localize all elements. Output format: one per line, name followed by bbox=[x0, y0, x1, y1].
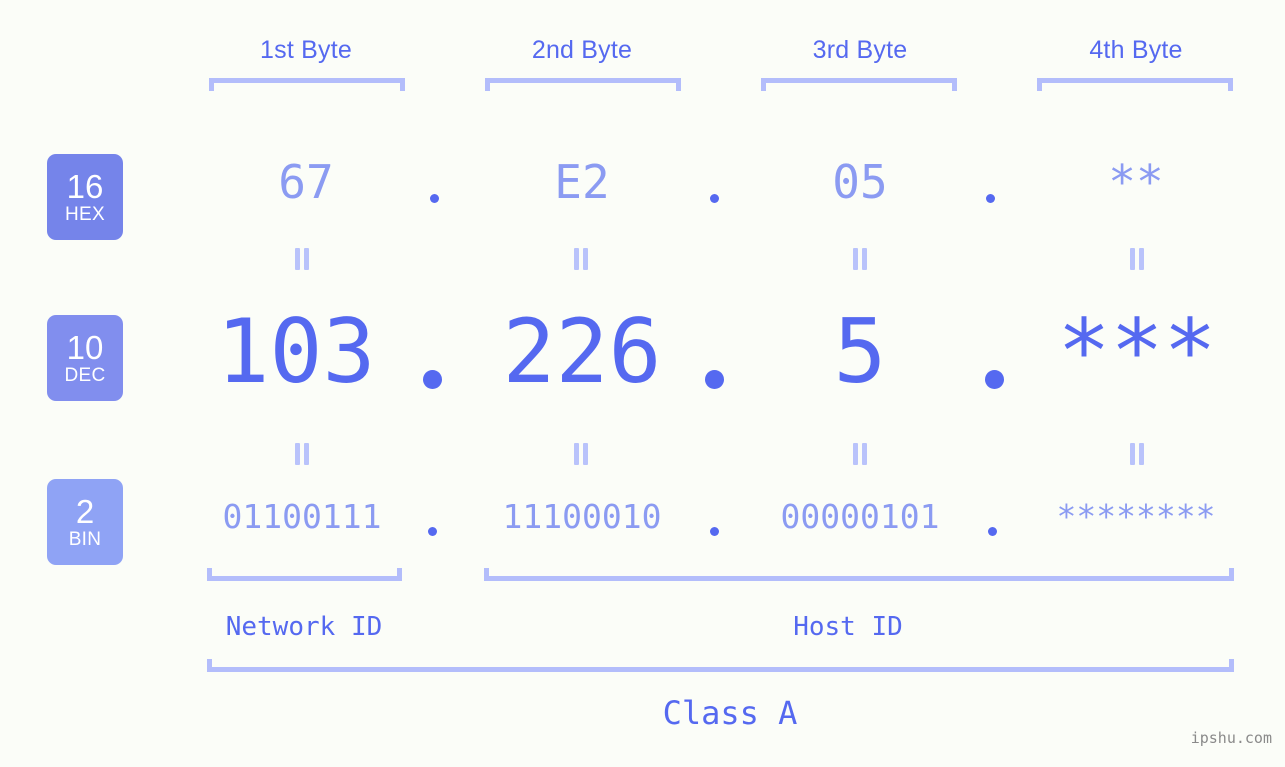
equals-mark-dec-bin-1 bbox=[291, 443, 313, 465]
dec-separator-2 bbox=[705, 370, 724, 389]
dec-separator-3 bbox=[985, 370, 1004, 389]
hex-byte-3: 05 bbox=[832, 155, 888, 209]
equals-mark-dec-bin-3 bbox=[849, 443, 871, 465]
class-bracket bbox=[207, 659, 1234, 672]
network-id-label: Network ID bbox=[225, 612, 383, 642]
base-badge-hex-number: 16 bbox=[66, 167, 104, 205]
host-id-bracket bbox=[484, 568, 1234, 581]
bin-byte-3: 00000101 bbox=[780, 497, 940, 536]
hex-separator-1 bbox=[430, 194, 439, 203]
base-badge-bin-label: BIN bbox=[68, 528, 102, 550]
equals-mark-dec-bin-2 bbox=[570, 443, 592, 465]
bin-byte-2: 11100010 bbox=[502, 497, 662, 536]
base-badge-hex-label: HEX bbox=[65, 203, 105, 225]
base-badge-dec: 10 DEC bbox=[47, 315, 123, 401]
byte-bracket-3 bbox=[761, 78, 957, 91]
bin-byte-4: ******** bbox=[1056, 497, 1216, 536]
byte-bracket-1 bbox=[209, 78, 405, 91]
class-label: Class A bbox=[662, 694, 798, 732]
byte-bracket-2 bbox=[485, 78, 681, 91]
dec-byte-2: 226 bbox=[502, 300, 662, 403]
hex-separator-3 bbox=[986, 194, 995, 203]
byte-bracket-4 bbox=[1037, 78, 1233, 91]
equals-mark-hex-dec-4 bbox=[1126, 248, 1148, 270]
byte-header-1: 1st Byte bbox=[260, 36, 352, 64]
base-badge-dec-number: 10 bbox=[66, 328, 104, 366]
dec-byte-1: 103 bbox=[216, 300, 376, 403]
hex-byte-1: 67 bbox=[278, 155, 334, 209]
bin-separator-1 bbox=[428, 527, 437, 536]
dec-byte-3: 5 bbox=[833, 300, 887, 403]
hex-byte-2: E2 bbox=[554, 155, 610, 209]
bin-separator-3 bbox=[988, 527, 997, 536]
bin-byte-1: 01100111 bbox=[222, 497, 382, 536]
equals-mark-hex-dec-2 bbox=[570, 248, 592, 270]
ip-byte-diagram: 1st Byte 2nd Byte 3rd Byte 4th Byte 16 H… bbox=[0, 0, 1285, 767]
equals-mark-dec-bin-4 bbox=[1126, 443, 1148, 465]
network-id-bracket bbox=[207, 568, 402, 581]
bin-separator-2 bbox=[710, 527, 719, 536]
base-badge-dec-label: DEC bbox=[64, 364, 106, 386]
byte-header-3: 3rd Byte bbox=[812, 36, 908, 64]
dec-byte-4: *** bbox=[1057, 300, 1217, 403]
hex-separator-2 bbox=[710, 194, 719, 203]
hex-byte-4: ** bbox=[1108, 155, 1164, 209]
dec-separator-1 bbox=[423, 370, 442, 389]
host-id-label: Host ID bbox=[793, 612, 903, 642]
byte-header-2: 2nd Byte bbox=[531, 36, 633, 64]
equals-mark-hex-dec-3 bbox=[849, 248, 871, 270]
byte-header-4: 4th Byte bbox=[1089, 36, 1183, 64]
base-badge-bin-number: 2 bbox=[75, 492, 95, 530]
base-badge-hex: 16 HEX bbox=[47, 154, 123, 240]
watermark: ipshu.com bbox=[1190, 729, 1272, 747]
equals-mark-hex-dec-1 bbox=[291, 248, 313, 270]
base-badge-bin: 2 BIN bbox=[47, 479, 123, 565]
